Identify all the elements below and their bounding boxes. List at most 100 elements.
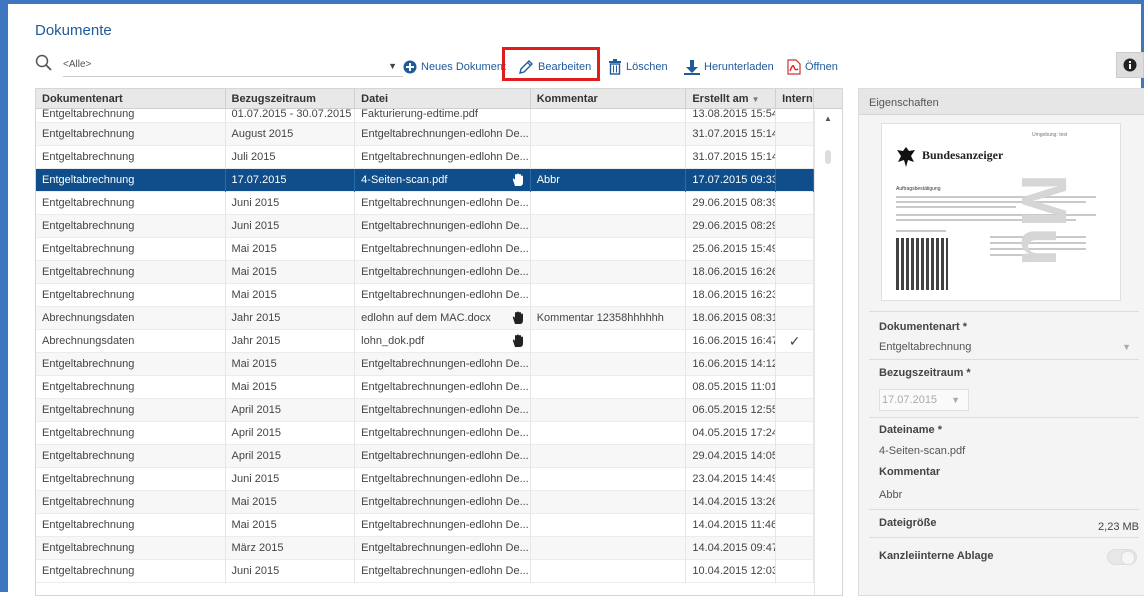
header-bezugszeitraum[interactable]: Bezugszeitraum: [226, 89, 356, 108]
dateiname-value: 4-Seiten-scan.pdf: [879, 445, 966, 457]
cell-erstellt-am: 17.07.2015 09:33: [686, 168, 777, 192]
cell-kommentar: [531, 214, 687, 238]
edit-button[interactable]: Bearbeiten: [518, 57, 591, 77]
cell-datei: Entgeltabrechnungen-edlohn De...: [355, 444, 531, 468]
cell-intern: [776, 108, 815, 123]
cell-datei: Entgeltabrechnungen-edlohn De...: [355, 122, 531, 146]
cell-dokumentenart: Entgeltabrechnung: [36, 513, 226, 537]
table-row[interactable]: Abrechnungsdaten Jahr 2015 lohn_dok.pdf 16.…: [36, 329, 842, 353]
document-preview[interactable]: Umgebung: test Bundesanzeiger Auftragsbe…: [881, 123, 1121, 301]
preview-env: Umgebung: test: [1032, 132, 1068, 138]
header-kommentar[interactable]: Kommentar: [531, 89, 687, 108]
cell-kommentar: Kommentar 12358hhhhhh: [531, 306, 687, 330]
info-icon: [1123, 58, 1137, 72]
table-row[interactable]: Entgeltabrechnung 01.07.2015 - 30.07.2015…: [36, 108, 842, 123]
page-title: Dokumente: [35, 22, 112, 39]
cell-datei: Entgeltabrechnungen-edlohn De...: [355, 283, 531, 307]
table-row[interactable]: Entgeltabrechnung Juni 2015 Entgeltabrechn…: [36, 467, 842, 491]
table-row-selected[interactable]: Entgeltabrechnung 17.07.2015 4-Seiten-scan…: [36, 168, 842, 192]
table-row[interactable]: Abrechnungsdaten Jahr 2015 edlohn auf dem …: [36, 306, 842, 330]
download-button[interactable]: Herunterladen: [684, 57, 774, 77]
zeitraum-select[interactable]: 17.07.2015 ▼: [879, 389, 969, 411]
cell-erstellt-am: 10.04.2015 12:03: [686, 559, 777, 583]
filter-value: <Alle>: [63, 59, 92, 70]
table-row[interactable]: Entgeltabrechnung Mai 2015 Entgeltabrechnu…: [36, 375, 842, 399]
cell-bezugszeitraum: 17.07.2015: [226, 168, 356, 192]
table-row[interactable]: Entgeltabrechnung Juli 2015 Entgeltabrechn…: [36, 145, 842, 169]
cell-dokumentenart: Entgeltabrechnung: [36, 260, 226, 284]
cell-dokumentenart: Entgeltabrechnung: [36, 536, 226, 560]
zeitraum-label: Bezugszeitraum *: [879, 367, 971, 379]
table-row[interactable]: Entgeltabrechnung Mai 2015 Entgeltabrechnu…: [36, 237, 842, 261]
new-document-label: Neues Dokument: [421, 61, 506, 73]
new-document-button[interactable]: Neues Dokument: [403, 57, 506, 77]
table-row[interactable]: Entgeltabrechnung Juni 2015 Entgeltabrechn…: [36, 559, 842, 583]
table-row[interactable]: Entgeltabrechnung Mai 2015 Entgeltabrechnu…: [36, 283, 842, 307]
search-icon[interactable]: [35, 54, 53, 75]
cell-datei: Entgeltabrechnungen-edlohn De...: [355, 145, 531, 169]
table-scrollbar[interactable]: ▲: [814, 110, 842, 595]
cell-dokumentenart: Entgeltabrechnung: [36, 191, 226, 215]
cell-kommentar: [531, 490, 687, 514]
cell-bezugszeitraum: April 2015: [226, 444, 356, 468]
scroll-thumb[interactable]: [825, 150, 831, 164]
table-row[interactable]: Entgeltabrechnung Juni 2015 Entgeltabrechn…: [36, 214, 842, 238]
intern-toggle[interactable]: [1107, 549, 1137, 565]
table-row[interactable]: Entgeltabrechnung Mai 2015 Entgeltabrechnu…: [36, 513, 842, 537]
open-button[interactable]: Öffnen: [787, 57, 838, 77]
cell-intern: [776, 260, 815, 284]
delete-button[interactable]: Löschen: [608, 57, 668, 77]
edit-label: Bearbeiten: [538, 61, 592, 73]
table-row[interactable]: Entgeltabrechnung April 2015 Entgeltabrech…: [36, 398, 842, 422]
cell-kommentar: [531, 375, 687, 399]
doc-art-select[interactable]: Entgeltabrechnung: [879, 341, 971, 353]
groesse-label: Dateigröße: [879, 517, 937, 529]
table-row[interactable]: Entgeltabrechnung April 2015 Entgeltabrech…: [36, 444, 842, 468]
table-row[interactable]: Entgeltabrechnung Juni 2015 Entgeltabrechn…: [36, 191, 842, 215]
cell-datei: Entgeltabrechnungen-edlohn De...: [355, 191, 531, 215]
table-row[interactable]: Entgeltabrechnung August 2015 Entgeltabrec…: [36, 122, 842, 146]
cell-intern: [776, 467, 815, 491]
cell-erstellt-am: 18.06.2015 16:23: [686, 283, 777, 307]
header-dokumentenart[interactable]: Dokumentenart: [36, 89, 226, 108]
filter-select[interactable]: <Alle> ▼: [63, 59, 403, 77]
cell-intern: [776, 145, 815, 169]
cell-erstellt-am: 29.06.2015 08:39: [686, 191, 777, 215]
cell-kommentar: [531, 283, 687, 307]
cell-dokumentenart: Entgeltabrechnung: [36, 168, 226, 192]
cell-dokumentenart: Entgeltabrechnung: [36, 237, 226, 261]
toolbar: <Alle> ▼ Neues Dokument Bearbeiten Lösch…: [35, 47, 1144, 81]
chevron-down-icon: ▼: [388, 61, 397, 71]
cell-intern: [776, 191, 815, 215]
header-intern[interactable]: Intern: [776, 89, 815, 108]
scroll-up-icon[interactable]: ▲: [824, 114, 832, 123]
cell-erstellt-am: 16.06.2015 14:12: [686, 352, 777, 376]
table-row[interactable]: Entgeltabrechnung April 2015 Entgeltabrech…: [36, 421, 842, 445]
header-erstellt-am[interactable]: Erstellt am ▼: [686, 89, 777, 108]
cell-intern: [776, 559, 815, 583]
cell-intern: [776, 237, 815, 261]
documents-table: Dokumentenart Bezugszeitraum Datei Komme…: [35, 88, 843, 596]
cell-datei: Entgeltabrechnungen-edlohn De...: [355, 421, 531, 445]
qr-code: [896, 238, 948, 290]
cell-bezugszeitraum: Juni 2015: [226, 467, 356, 491]
cell-dokumentenart: Entgeltabrechnung: [36, 375, 226, 399]
cell-intern: [776, 168, 815, 192]
cell-datei: Entgeltabrechnungen-edlohn De...: [355, 513, 531, 537]
cell-bezugszeitraum: März 2015: [226, 536, 356, 560]
table-row[interactable]: Entgeltabrechnung März 2015 Entgeltabrechn…: [36, 536, 842, 560]
cell-kommentar: [531, 145, 687, 169]
cell-intern: [776, 352, 815, 376]
cell-erstellt-am: 08.05.2015 11:01: [686, 375, 777, 399]
pdf-icon: [787, 59, 801, 75]
table-row[interactable]: Entgeltabrechnung Mai 2015 Entgeltabrechnu…: [36, 352, 842, 376]
info-button[interactable]: [1116, 52, 1144, 78]
cell-dokumentenart: Entgeltabrechnung: [36, 352, 226, 376]
table-row[interactable]: Entgeltabrechnung Mai 2015 Entgeltabrechnu…: [36, 260, 842, 284]
cell-intern: [776, 214, 815, 238]
table-row[interactable]: Entgeltabrechnung Mai 2015 Entgeltabrechnu…: [36, 490, 842, 514]
cell-erstellt-am: 14.04.2015 09:47: [686, 536, 777, 560]
header-datei[interactable]: Datei: [355, 89, 531, 108]
cell-dokumentenart: Entgeltabrechnung: [36, 444, 226, 468]
cell-bezugszeitraum: 01.07.2015 - 30.07.2015: [226, 108, 356, 123]
